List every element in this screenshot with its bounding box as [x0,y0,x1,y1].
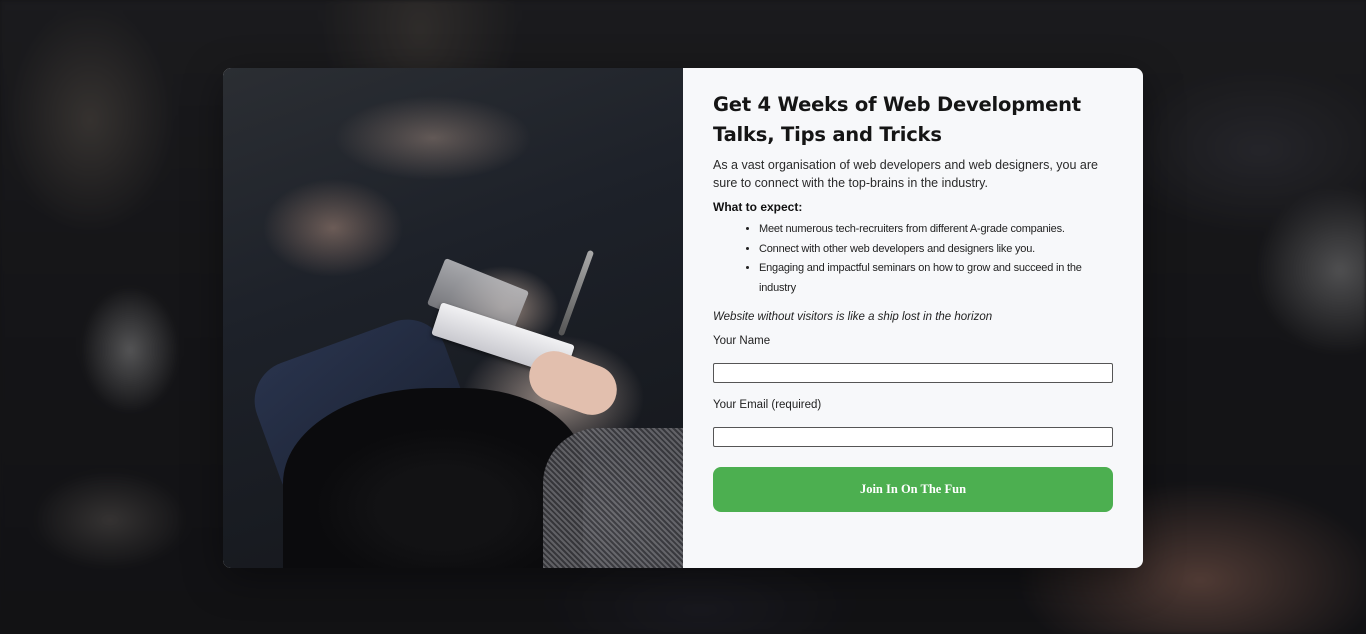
tagline: Website without visitors is like a ship … [713,311,993,323]
signup-form: Your Name Your Email (required) Join In … [713,335,1113,512]
signup-form-panel: Get 4 Weeks of Web Development Talks, Ti… [683,68,1143,568]
intro-text: As a vast organisation of web developers… [713,158,1098,190]
name-label: Your Name [713,335,771,347]
headline: Get 4 Weeks of Web Development Talks, Ti… [713,93,1081,146]
photo-shape [543,428,683,568]
expect-title: What to expect: [713,200,803,214]
conference-photo [223,68,683,568]
email-field[interactable] [713,427,1113,447]
expect-list: Meet numerous tech-recruiters from diffe… [713,220,1113,298]
join-button[interactable]: Join In On The Fun [713,467,1113,512]
photo-shape [283,388,583,568]
name-field[interactable] [713,363,1113,383]
expect-item: Meet numerous tech-recruiters from diffe… [759,220,1113,240]
signup-modal: Get 4 Weeks of Web Development Talks, Ti… [223,68,1143,568]
email-label: Your Email (required) [713,399,822,411]
expect-item: Connect with other web developers and de… [759,240,1113,260]
photo-shape [557,249,595,337]
expect-item: Engaging and impactful seminars on how t… [759,259,1113,298]
